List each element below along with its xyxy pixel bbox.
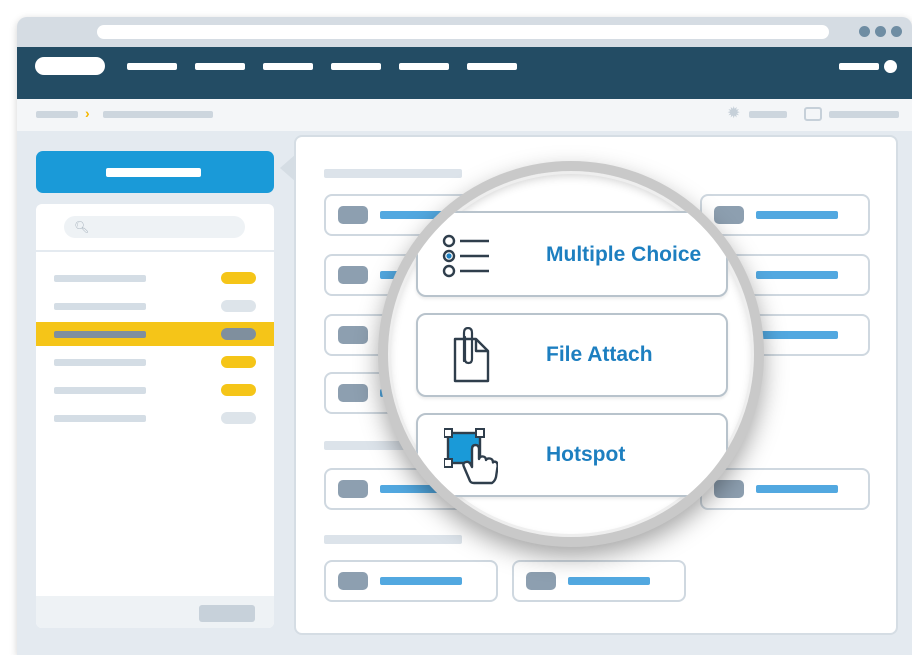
app-logo[interactable] bbox=[35, 57, 105, 75]
status-badge bbox=[221, 412, 256, 424]
nav-item[interactable] bbox=[467, 63, 517, 70]
create-button-label bbox=[106, 168, 201, 177]
sidebar-item-label bbox=[54, 415, 146, 422]
question-type-icon bbox=[338, 206, 368, 224]
search-input[interactable]: 🔍︎ bbox=[64, 216, 245, 238]
sidebar-item[interactable] bbox=[36, 266, 274, 290]
nav-item[interactable] bbox=[331, 63, 381, 70]
question-type-label bbox=[756, 211, 838, 219]
multiple-choice-label: Multiple Choice bbox=[546, 243, 702, 266]
window-dot[interactable] bbox=[875, 26, 886, 37]
sidebar-footer-button[interactable] bbox=[199, 605, 255, 622]
question-type-icon bbox=[526, 572, 556, 590]
status-badge bbox=[221, 384, 256, 396]
sidebar-item-selected[interactable] bbox=[36, 322, 274, 346]
question-type-icon bbox=[338, 480, 368, 498]
settings-link[interactable] bbox=[749, 111, 787, 118]
user-menu[interactable] bbox=[839, 63, 879, 70]
sidebar-footer bbox=[36, 596, 274, 628]
top-navbar bbox=[17, 47, 912, 99]
nav-item[interactable] bbox=[399, 63, 449, 70]
question-type-label bbox=[568, 577, 650, 585]
question-type-label bbox=[756, 331, 838, 339]
sidebar-item[interactable] bbox=[36, 406, 274, 430]
question-type-card[interactable] bbox=[324, 560, 498, 602]
create-button[interactable] bbox=[36, 151, 274, 193]
window-dot[interactable] bbox=[859, 26, 870, 37]
window-controls bbox=[859, 26, 902, 37]
address-bar[interactable] bbox=[97, 25, 829, 39]
nav-item[interactable] bbox=[263, 63, 313, 70]
hand-pointer-icon bbox=[444, 428, 498, 485]
sub-toolbar: › ✹ bbox=[17, 99, 912, 131]
nav-item[interactable] bbox=[195, 63, 245, 70]
status-badge bbox=[221, 272, 256, 284]
multiple-choice-card[interactable]: Multiple Choice bbox=[416, 211, 728, 297]
window-dot[interactable] bbox=[891, 26, 902, 37]
sidebar-item-label bbox=[54, 275, 146, 282]
divider bbox=[36, 250, 274, 252]
section-heading bbox=[324, 535, 462, 544]
preview-link[interactable] bbox=[829, 111, 899, 118]
status-badge bbox=[221, 356, 256, 368]
breadcrumb-current bbox=[103, 111, 213, 118]
file-attach-card[interactable]: File Attach bbox=[416, 313, 728, 397]
breadcrumb-item[interactable] bbox=[36, 111, 78, 118]
nav-item[interactable] bbox=[127, 63, 177, 70]
question-type-label bbox=[756, 485, 838, 493]
file-attach-label: File Attach bbox=[546, 343, 653, 366]
question-type-card[interactable] bbox=[512, 560, 686, 602]
camera-icon[interactable] bbox=[804, 107, 822, 121]
title-bar bbox=[17, 17, 912, 47]
search-icon: 🔍︎ bbox=[74, 220, 90, 234]
magnifier-lens: Multiple Choice File Attach Hotspot bbox=[378, 161, 764, 547]
multiple-choice-icon bbox=[442, 234, 489, 278]
paperclip-document-icon bbox=[453, 327, 490, 383]
sidebar-item-label bbox=[54, 387, 146, 394]
breadcrumb-separator: › bbox=[85, 105, 90, 121]
sidebar-item[interactable] bbox=[36, 294, 274, 318]
section-heading bbox=[324, 169, 462, 178]
question-type-label bbox=[380, 577, 462, 585]
sidebar-item[interactable] bbox=[36, 350, 274, 374]
question-type-icon bbox=[338, 384, 368, 402]
hotspot-card[interactable]: Hotspot bbox=[416, 413, 728, 497]
question-type-icon bbox=[338, 326, 368, 344]
question-type-label bbox=[756, 271, 838, 279]
sidebar-item-label bbox=[54, 359, 146, 366]
status-badge bbox=[221, 328, 256, 340]
sidebar-item-label bbox=[54, 331, 146, 338]
sidebar: 🔍︎ bbox=[36, 204, 274, 628]
question-type-icon bbox=[338, 266, 368, 284]
hotspot-label: Hotspot bbox=[546, 443, 626, 466]
sidebar-item-label bbox=[54, 303, 146, 310]
question-type-icon bbox=[338, 572, 368, 590]
avatar[interactable] bbox=[884, 60, 897, 73]
status-badge bbox=[221, 300, 256, 312]
sidebar-item[interactable] bbox=[36, 378, 274, 402]
gear-icon[interactable]: ✹ bbox=[727, 105, 740, 123]
